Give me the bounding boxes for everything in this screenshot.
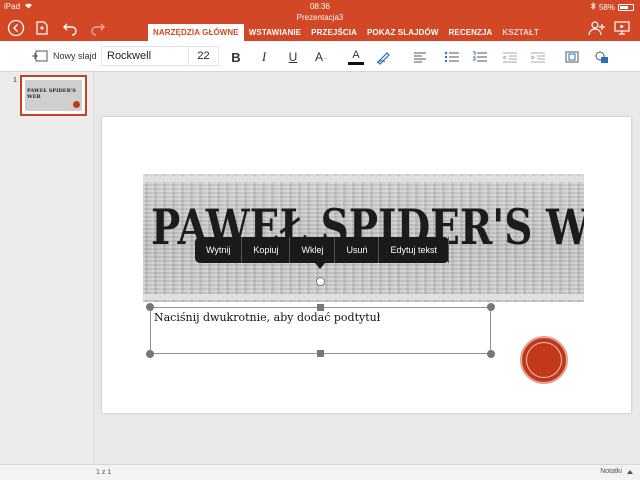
bold-button[interactable]: B — [226, 47, 246, 67]
thumbnail-preview: PAWEŁ SPIDER'S WEB — [25, 80, 82, 111]
slide[interactable]: PAWEŁ SPIDER'S WEB Naciśnij dwukrotnie, … — [102, 117, 631, 413]
slide-canvas: PAWEŁ SPIDER'S WEB Naciśnij dwukrotnie, … — [95, 72, 640, 464]
file-icon[interactable] — [32, 18, 52, 38]
italic-button[interactable]: I — [254, 47, 274, 67]
redo-icon[interactable] — [88, 18, 108, 38]
share-person-icon[interactable] — [587, 18, 607, 38]
subtitle-placeholder[interactable]: Naciśnij dwukrotnie, aby dodać podtytuł — [154, 311, 380, 324]
chevron-up-icon — [627, 469, 633, 474]
decrease-indent-icon[interactable] — [500, 47, 520, 67]
underline-button[interactable]: U — [283, 47, 303, 67]
status-right: 58% — [590, 2, 634, 12]
cut-menu-item[interactable]: Wytnij — [195, 237, 243, 263]
text-effects-label: A — [315, 50, 324, 64]
resize-handle-top[interactable] — [317, 304, 324, 311]
font-size[interactable]: 22 — [188, 47, 218, 65]
notes-label: Notatki — [600, 468, 622, 475]
new-slide-icon — [32, 50, 48, 62]
font-selector[interactable]: Rockwell 22 — [101, 46, 219, 66]
font-color-button[interactable]: A — [346, 47, 366, 67]
font-color-label: A — [352, 49, 360, 61]
ribbon-toolbar: Nowy slajd Rockwell 22 B I U A.. A — [0, 41, 640, 72]
new-slide-button[interactable]: Nowy slajd — [32, 50, 97, 62]
page-count: 1 z 1 — [96, 469, 112, 476]
resize-handle-top-left[interactable] — [146, 303, 154, 311]
highlight-pen-icon[interactable] — [374, 47, 394, 67]
font-name[interactable]: Rockwell — [102, 50, 188, 62]
resize-handle-bottom-right[interactable] — [487, 350, 495, 358]
tab-shape[interactable]: KSZTAŁT — [497, 24, 544, 41]
back-button[interactable] — [6, 18, 26, 38]
thumbnail-seal — [73, 101, 80, 108]
increase-indent-icon[interactable] — [528, 47, 548, 67]
bottom-bar: 1 z 1 Notatki — [0, 464, 640, 480]
subtitle-textbox[interactable]: Naciśnij dwukrotnie, aby dodać podtytuł — [146, 303, 495, 358]
chevron-down-icon: .. — [323, 53, 327, 61]
slide-thumbnail[interactable]: PAWEŁ SPIDER'S WEB — [20, 75, 87, 116]
align-left-icon[interactable] — [410, 47, 430, 67]
top-bar: iPad 08:36 Prezentacja3 58% NARZĘDZIA GŁ… — [0, 0, 640, 41]
new-slide-label: Nowy slajd — [53, 51, 97, 61]
paste-menu-item[interactable]: Wklej — [290, 237, 336, 263]
thumbnail-number: 1 — [13, 77, 17, 84]
resize-handle-bottom-left[interactable] — [146, 350, 154, 358]
copy-menu-item[interactable]: Kopiuj — [242, 237, 291, 263]
tab-insert[interactable]: WSTAWIANIE — [244, 24, 306, 41]
tab-home[interactable]: NARZĘDZIA GŁÓWNE — [148, 24, 244, 41]
numbered-list-icon[interactable] — [470, 47, 490, 67]
red-seal-image[interactable] — [520, 336, 568, 384]
context-menu: Wytnij Kopiuj Wklej Usuń Edytuj tekst — [195, 237, 449, 269]
delete-menu-item[interactable]: Usuń — [335, 237, 380, 263]
arrange-icon[interactable] — [562, 47, 582, 67]
status-time: 08:36 — [309, 2, 331, 11]
context-menu-arrow — [315, 263, 325, 269]
font-color-swatch — [348, 62, 364, 65]
tab-transitions[interactable]: PRZEJŚCIA — [306, 24, 362, 41]
rotate-handle[interactable] — [316, 277, 325, 286]
edit-text-menu-item[interactable]: Edytuj tekst — [379, 237, 449, 263]
bluetooth-icon — [590, 2, 596, 12]
notes-button[interactable]: Notatki — [600, 468, 634, 475]
text-effects-button[interactable]: A.. — [311, 47, 331, 67]
bullet-list-icon[interactable] — [442, 47, 462, 67]
slide-thumbnails-panel: 1 PAWEŁ SPIDER'S WEB — [0, 72, 94, 464]
present-icon[interactable] — [612, 18, 632, 38]
resize-handle-top-right[interactable] — [487, 303, 495, 311]
battery-percent: 58% — [598, 2, 615, 12]
resize-handle-bottom[interactable] — [317, 350, 324, 357]
tab-review[interactable]: RECENZJA — [444, 24, 498, 41]
shapes-icon[interactable] — [592, 47, 612, 67]
tab-slideshow[interactable]: POKAZ SLAJDÓW — [362, 24, 444, 41]
thumbnail-title: PAWEŁ SPIDER'S WEB — [27, 88, 76, 100]
battery-icon — [618, 3, 634, 11]
undo-icon[interactable] — [60, 18, 80, 38]
ribbon-tabs: NARZĘDZIA GŁÓWNE WSTAWIANIE PRZEJŚCIA PO… — [148, 24, 544, 41]
